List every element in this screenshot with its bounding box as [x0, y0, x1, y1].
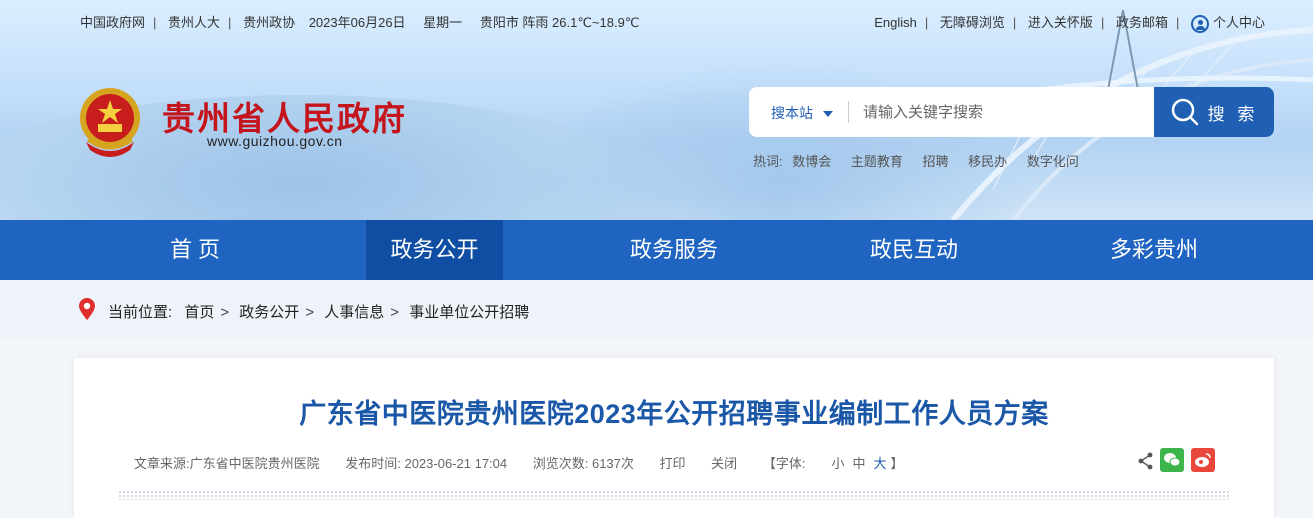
weather-text: 贵阳市 阵雨 26.1℃~18.9℃ — [479, 15, 640, 30]
search-input[interactable] — [853, 97, 1163, 127]
nav-interaction[interactable]: 政民互动 — [834, 220, 994, 280]
nav-gov-affairs[interactable]: 政务公开 — [366, 220, 503, 280]
close-link[interactable]: 关闭 — [711, 456, 737, 471]
breadcrumb-item[interactable]: 首页 — [184, 304, 214, 321]
nav-home[interactable]: 首 页 — [115, 220, 275, 280]
nav-colorful-guizhou[interactable]: 多彩贵州 — [1074, 220, 1234, 280]
hot-word[interactable]: 招聘 — [923, 154, 949, 169]
link-english[interactable]: English — [874, 15, 917, 30]
nav-gov-services[interactable]: 政务服务 — [594, 220, 754, 280]
search-button-label: 搜 索 — [1207, 104, 1259, 124]
user-center-link[interactable]: 个人中心 — [1190, 12, 1265, 33]
article-meta: 文章来源:广东省中医院贵州医院 发布时间: 2023-06-21 17:04 浏… — [134, 453, 926, 472]
user-icon — [1190, 14, 1209, 33]
link-elder-mode[interactable]: 进入关怀版 — [1028, 12, 1093, 31]
hot-word[interactable]: 移民办 — [968, 154, 1007, 169]
date-text: 2023年06月26日 — [308, 15, 406, 30]
user-center-label: 个人中心 — [1212, 15, 1265, 30]
search-box: 搜本站 搜 索 — [749, 87, 1274, 137]
hot-word[interactable]: 数字化问 — [1027, 154, 1079, 169]
font-size-small[interactable]: 小 — [831, 456, 844, 471]
divider — [848, 101, 849, 123]
font-size-suffix: 】 — [890, 456, 904, 471]
hot-words-label: 热词: — [753, 154, 783, 169]
weibo-icon[interactable] — [1191, 448, 1215, 472]
font-size-medium[interactable]: 中 — [852, 456, 865, 471]
breadcrumb-item[interactable]: 事业单位公开招聘 — [409, 304, 529, 321]
hot-words: 热词: 数博会 主题教育 招聘 移民办 数字化问 — [753, 151, 1095, 170]
wechat-icon[interactable] — [1160, 448, 1184, 472]
breadcrumb: 当前位置: 首页 > 政务公开 > 人事信息 > 事业单位公开招聘 — [108, 304, 530, 321]
link-accessibility[interactable]: 无障碍浏览 — [940, 12, 1005, 31]
breadcrumb-item[interactable]: 人事信息 — [324, 304, 384, 321]
article-views: 浏览次数: 6137次 — [532, 456, 634, 471]
link-gz-npc[interactable]: 贵州人大 — [168, 12, 220, 31]
breadcrumb-label: 当前位置: — [108, 304, 173, 321]
share-icon[interactable] — [1138, 452, 1154, 470]
print-link[interactable]: 打印 — [660, 456, 686, 471]
hot-word[interactable]: 数博会 — [792, 154, 831, 169]
caret-down-icon — [823, 111, 833, 118]
search-scope-dropdown[interactable]: 搜本站 — [771, 103, 833, 123]
font-size-control: 【字体: 小中大】 — [763, 456, 926, 471]
header-banner: 中国政府网 | 贵州人大 | 贵州政协 2023年06月26日 星期一 贵阳市 阵雨… — [0, 0, 1313, 220]
main-nav: 首 页 政务公开 政务服务 政民互动 多彩贵州 — [0, 220, 1313, 280]
article-time: 发布时间: 2023-06-21 17:04 — [345, 456, 508, 471]
emblem-icon[interactable] — [74, 84, 146, 160]
location-pin-icon — [79, 298, 95, 320]
font-size-prefix: 【字体: — [762, 456, 806, 471]
article-title: 广东省中医院贵州医院2023年公开招聘事业编制工作人员方案 — [299, 399, 1049, 429]
top-utility-bar: 中国政府网 | 贵州人大 | 贵州政协 2023年06月26日 星期一 贵阳市 阵雨… — [80, 12, 1265, 33]
search-icon — [1171, 98, 1198, 126]
link-gov-cn[interactable]: 中国政府网 — [80, 12, 145, 31]
hot-word[interactable]: 主题教育 — [851, 154, 903, 169]
link-gz-cppcc[interactable]: 贵州政协 — [243, 12, 295, 31]
breadcrumb-item[interactable]: 政务公开 — [239, 304, 299, 321]
font-size-large[interactable]: 大 — [873, 456, 886, 471]
search-scope-label: 搜本站 — [771, 105, 813, 121]
weekday-text: 星期一 — [423, 15, 463, 30]
site-url: www.guizhou.gov.cn — [207, 133, 343, 149]
divider — [118, 490, 1230, 500]
search-button[interactable]: 搜 索 — [1154, 87, 1274, 137]
article-source: 文章来源:广东省中医院贵州医院 — [134, 456, 320, 471]
link-gov-mail[interactable]: 政务邮箱 — [1116, 12, 1168, 31]
